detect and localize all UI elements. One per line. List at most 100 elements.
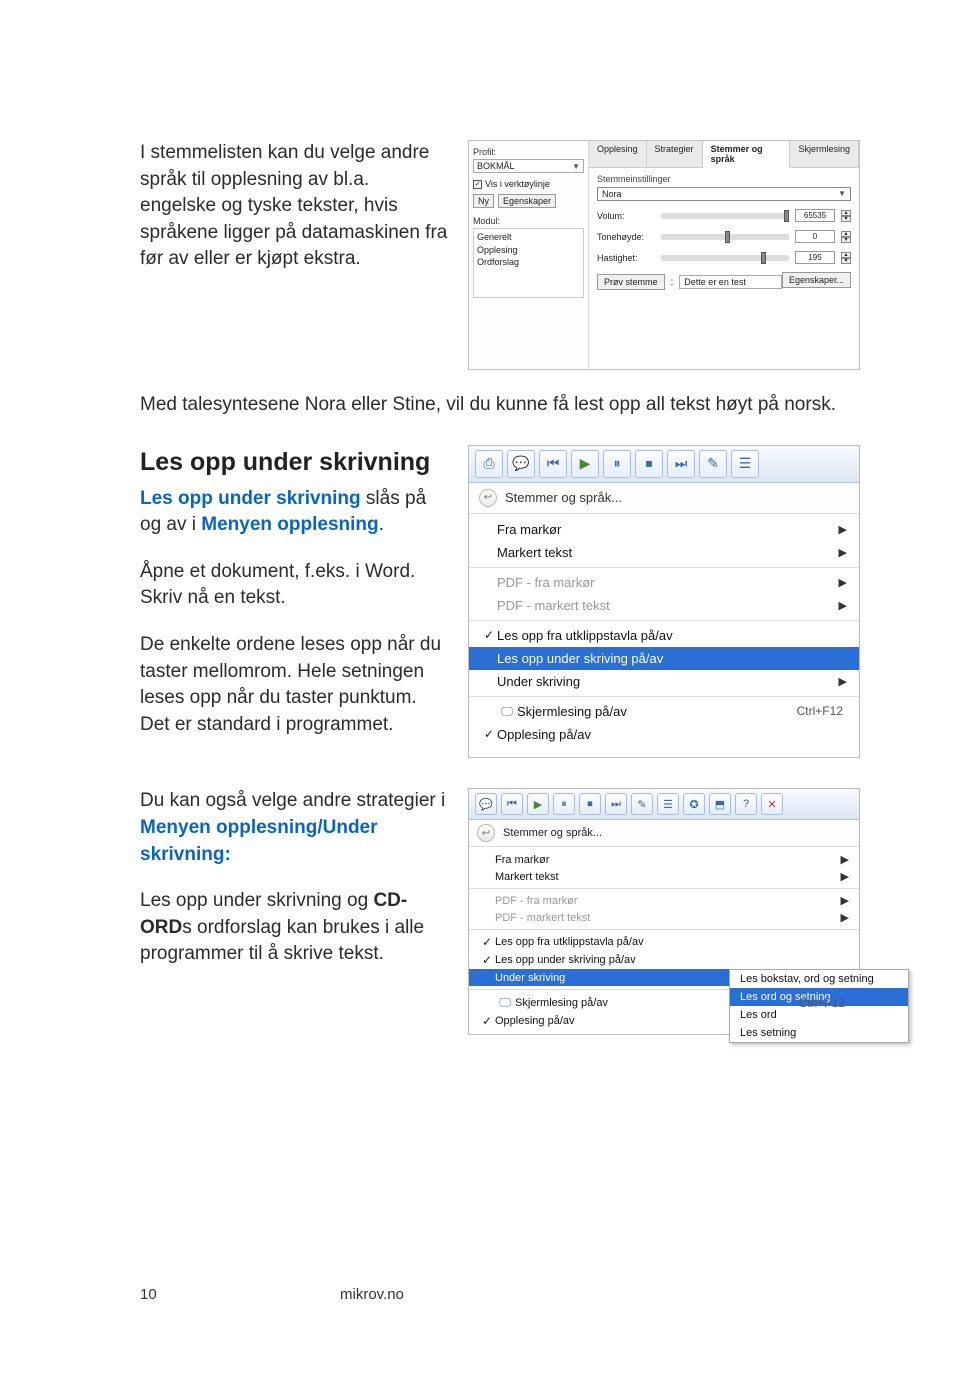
menu-item: PDF - fra markør▶ — [469, 571, 859, 594]
menu-item: PDF - markert tekst▶ — [469, 909, 859, 926]
voice-combo[interactable]: Nora▼ — [597, 187, 851, 201]
menu-item[interactable]: ✓Opplesing på/av — [469, 1012, 859, 1030]
toolbar-btn[interactable]: ✪ — [683, 793, 705, 815]
play-icon[interactable]: ▶ — [527, 793, 549, 815]
close-icon[interactable]: ✕ — [761, 793, 783, 815]
menu-item-label: Skjermlesing på/av — [515, 997, 799, 1009]
stop-icon[interactable]: ⏹ — [635, 450, 663, 478]
test-voice-button[interactable]: Prøv stemme — [597, 274, 665, 290]
tab-skjermlesing[interactable]: Skjermlesing — [790, 141, 859, 167]
submenu-item-label: Les bokstav, ord og setning — [740, 973, 898, 985]
menu-item[interactable]: Markert tekst▶ — [469, 541, 859, 564]
menu-item: PDF - markert tekst▶ — [469, 594, 859, 617]
menu-item[interactable]: Fra markør▶ — [469, 851, 859, 868]
tab-stemmer[interactable]: Stemmer og språk — [703, 141, 791, 168]
modul-item-opplesing[interactable]: Opplesing — [477, 244, 580, 257]
profil-label: Profil: — [473, 147, 584, 157]
prev-icon[interactable]: ⏮ — [539, 450, 567, 478]
menu-list-small: Fra markør▶Markert tekst▶PDF - fra markø… — [469, 847, 859, 1034]
menu-item[interactable]: Under skriving▶ — [469, 670, 859, 693]
tone-label: Tonehøyde: — [597, 232, 655, 242]
tone-slider[interactable] — [661, 234, 789, 240]
volum-stepper[interactable]: ▴▾ — [841, 210, 851, 222]
toolbar-btn[interactable]: ⬒ — [709, 793, 731, 815]
menu-list: Fra markør▶Markert tekst▶PDF - fra markø… — [469, 514, 859, 750]
settings-tabs: Opplesing Strategier Stemmer og språk Sk… — [589, 141, 859, 168]
modul-list[interactable]: Generelt Opplesing Ordforslag — [473, 228, 584, 298]
egenskaper-voice-button[interactable]: Egenskaper... — [782, 272, 851, 288]
modul-item-generelt[interactable]: Generelt — [477, 231, 580, 244]
menu-item[interactable]: ✓Opplesing på/av — [469, 723, 859, 746]
tab-opplesing[interactable]: Opplesing — [589, 141, 647, 167]
volum-value[interactable]: 65535 — [795, 209, 835, 222]
footer-site: mikrov.no — [340, 1286, 404, 1303]
volum-slider[interactable] — [661, 213, 789, 219]
menu-item-label: Opplesing på/av — [497, 727, 847, 742]
play-icon[interactable]: ▶ — [571, 450, 599, 478]
menu-shortcut: Ctrl+F12 — [799, 996, 845, 1010]
chevron-down-icon: ▼ — [838, 189, 846, 199]
pause-icon[interactable]: ⏸ — [603, 450, 631, 478]
hast-slider[interactable] — [661, 255, 789, 261]
hast-value[interactable]: 195 — [795, 251, 835, 264]
next-icon[interactable]: ⏭ — [605, 793, 627, 815]
check-icon: ✓ — [481, 727, 497, 741]
profil-combo[interactable]: BOKMÅL▼ — [473, 159, 584, 173]
submenu-arrow-icon: ▶ — [841, 894, 849, 907]
menu-item[interactable]: ✓Les opp fra utklippstavla på/av — [469, 624, 859, 647]
speech-icon[interactable]: 💬 — [507, 450, 535, 478]
menu-title-row[interactable]: ↩ Stemmer og språk... — [469, 483, 859, 514]
menu-item-label: PDF - fra markør — [497, 575, 839, 590]
paragraph-4: Åpne et dokument, f.eks. i Word. Skriv n… — [140, 559, 450, 612]
menu-screenshot-small: 💬 ⏮ ▶ ⏸ ⏹ ⏭ ✎ ☰ ✪ ⬒ ? ✕ ↩ Stemmer og spr… — [468, 788, 860, 1035]
vis-verktoy-checkbox[interactable]: ✓ Vis i verktøylinje — [473, 179, 584, 189]
modul-label: Modul: — [473, 216, 584, 226]
menu-item[interactable]: Under skriving▶Les bokstav, ord og setni… — [469, 969, 859, 986]
modul-item-ordforslag[interactable]: Ordforslag — [477, 256, 580, 269]
help-icon[interactable]: ? — [735, 793, 757, 815]
profil-value: BOKMÅL — [477, 161, 515, 171]
toolbar-btn-9[interactable]: ☰ — [731, 450, 759, 478]
paragraph-6: Du kan også velge andre strategier i Men… — [140, 788, 450, 868]
menu-item[interactable]: 🖵Skjermlesing på/avCtrl+F12 — [469, 993, 859, 1012]
ny-button[interactable]: Ny — [473, 194, 494, 208]
submenu-arrow-icon: ▶ — [839, 576, 847, 589]
check-icon: ✓ — [479, 1014, 495, 1028]
colon: : — [671, 277, 674, 288]
speech-icon[interactable]: 💬 — [475, 793, 497, 815]
toolbar-btn-8[interactable]: ✎ — [699, 450, 727, 478]
toolbar-btn-1[interactable]: ⎙ — [475, 450, 503, 478]
menu-item-label: Fra markør — [497, 522, 839, 537]
settings-screenshot: Profil: BOKMÅL▼ ✓ Vis i verktøylinje Ny … — [468, 140, 860, 370]
submenu-item[interactable]: Les bokstav, ord og setning — [730, 970, 908, 988]
menu-item[interactable]: ✓Les opp fra utklippstavla på/av — [469, 933, 859, 951]
submenu-arrow-icon: ▶ — [839, 675, 847, 688]
egenskaper-button[interactable]: Egenskaper — [498, 194, 556, 208]
menu-item[interactable]: 🖵Skjermlesing på/avCtrl+F12 — [469, 700, 859, 723]
tone-stepper[interactable]: ▴▾ — [841, 231, 851, 243]
menu-title-row-small[interactable]: ↩ Stemmer og språk... — [469, 820, 859, 847]
checkbox-icon: ✓ — [473, 180, 482, 189]
prev-icon[interactable]: ⏮ — [501, 793, 523, 815]
menu-item[interactable]: Fra markør▶ — [469, 518, 859, 541]
menu-item[interactable]: ✓Les opp under skriving på/av — [469, 951, 859, 969]
menu-item-label: Fra markør — [495, 854, 841, 866]
group-title: Stemmeinstillinger — [597, 174, 851, 184]
tab-strategier[interactable]: Strategier — [647, 141, 703, 167]
toolbar-btn[interactable]: ✎ — [631, 793, 653, 815]
tone-value[interactable]: 0 — [795, 230, 835, 243]
submenu-arrow-icon: ▶ — [841, 911, 849, 924]
stop-icon[interactable]: ⏹ — [579, 793, 601, 815]
menu-item-label: Skjermlesing på/av — [517, 704, 797, 719]
test-text-field[interactable]: Dette er en test — [679, 275, 782, 289]
hast-stepper[interactable]: ▴▾ — [841, 252, 851, 264]
menu-item[interactable]: Markert tekst▶ — [469, 868, 859, 885]
menu-item[interactable]: Les opp under skriving på/av — [469, 647, 859, 670]
menu-item-label: PDF - markert tekst — [497, 598, 839, 613]
next-icon[interactable]: ⏭ — [667, 450, 695, 478]
menu-item-label: Les opp fra utklippstavla på/av — [495, 936, 849, 948]
menu-title: Stemmer og språk... — [505, 490, 622, 505]
pause-icon[interactable]: ⏸ — [553, 793, 575, 815]
menu-item-label: Markert tekst — [495, 871, 841, 883]
toolbar-btn[interactable]: ☰ — [657, 793, 679, 815]
